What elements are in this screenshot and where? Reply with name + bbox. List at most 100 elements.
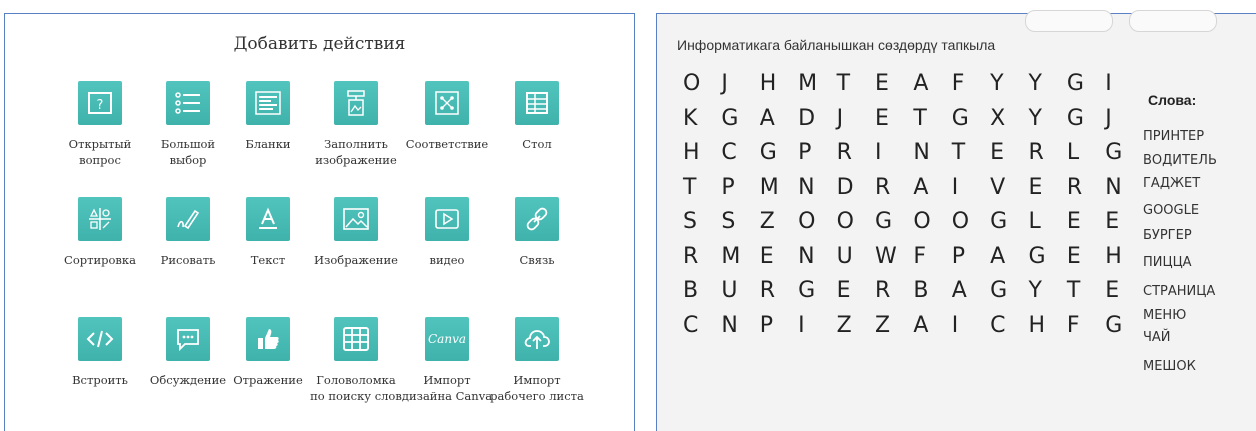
grid-letter[interactable]: O [837,205,875,240]
grid-letter[interactable]: R [1029,136,1067,171]
grid-letter[interactable]: C [721,136,759,171]
grid-letter[interactable]: H [683,136,721,171]
grid-letter[interactable]: S [721,205,759,240]
grid-letter[interactable]: Z [875,309,913,344]
grid-letter[interactable]: R [837,136,875,171]
grid-letter[interactable]: R [760,274,798,309]
grid-letter[interactable]: U [837,240,875,275]
grid-letter[interactable]: X [990,102,1028,137]
top-button-partial[interactable] [1025,10,1113,32]
grid-letter[interactable]: J [1105,102,1143,137]
grid-letter[interactable]: A [913,309,951,344]
grid-letter[interactable]: I [952,309,990,344]
grid-letter[interactable]: L [1067,136,1105,171]
grid-letter[interactable]: R [1067,171,1105,206]
grid-letter[interactable]: G [721,102,759,137]
grid-letter[interactable]: E [1105,205,1143,240]
grid-letter[interactable]: I [798,309,836,344]
grid-letter[interactable]: B [913,274,951,309]
grid-letter[interactable]: G [875,205,913,240]
grid-letter[interactable]: R [875,274,913,309]
grid-letter[interactable]: G [1067,67,1105,102]
grid-letter[interactable]: E [875,102,913,137]
grid-letter[interactable]: J [837,102,875,137]
grid-letter[interactable]: Y [1029,274,1067,309]
grid-letter[interactable]: G [990,274,1028,309]
grid-letter[interactable]: A [990,240,1028,275]
grid-letter[interactable]: E [760,240,798,275]
grid-letter[interactable]: P [952,240,990,275]
grid-letter[interactable]: J [721,67,759,102]
grid-letter[interactable]: H [1105,240,1143,275]
grid-letter[interactable]: E [837,274,875,309]
grid-letter[interactable]: E [1105,274,1143,309]
grid-letter[interactable]: M [798,67,836,102]
grid-letter[interactable]: P [721,171,759,206]
grid-letter[interactable]: G [1029,240,1067,275]
grid-letter[interactable]: N [798,240,836,275]
grid-letter[interactable]: Y [990,67,1028,102]
grid-letter[interactable]: M [721,240,759,275]
grid-letter[interactable]: A [913,67,951,102]
grid-letter[interactable]: O [952,205,990,240]
grid-letter[interactable]: G [990,205,1028,240]
grid-letter[interactable]: O [913,205,951,240]
grid-letter[interactable]: I [875,136,913,171]
grid-letter[interactable]: R [875,171,913,206]
grid-letter[interactable]: U [721,274,759,309]
grid-letter[interactable]: E [1067,240,1105,275]
grid-letter[interactable]: B [683,274,721,309]
grid-letter[interactable]: D [837,171,875,206]
grid-letter[interactable]: I [1105,67,1143,102]
grid-letter[interactable]: E [1067,205,1105,240]
grid-letter[interactable]: O [798,205,836,240]
grid-letter[interactable]: I [952,171,990,206]
grid-letter[interactable]: T [837,67,875,102]
grid-letter[interactable]: N [1105,171,1143,206]
grid-letter[interactable]: N [721,309,759,344]
grid-letter[interactable]: E [875,67,913,102]
top-button-partial[interactable] [1129,10,1217,32]
grid-letter[interactable]: G [1067,102,1105,137]
grid-letter[interactable]: Z [760,205,798,240]
grid-letter[interactable]: E [990,136,1028,171]
grid-letter[interactable]: P [798,136,836,171]
grid-letter[interactable]: K [683,102,721,137]
grid-letter[interactable]: T [952,136,990,171]
grid-letter[interactable]: G [798,274,836,309]
grid-letter[interactable]: H [760,67,798,102]
grid-letter[interactable]: W [875,240,913,275]
grid-letter[interactable]: N [798,171,836,206]
grid-letter[interactable]: T [1067,274,1105,309]
grid-letter[interactable]: S [683,205,721,240]
grid-letter[interactable]: G [952,102,990,137]
grid-letter[interactable]: G [760,136,798,171]
grid-letter[interactable]: Y [1029,102,1067,137]
grid-letter[interactable]: G [1105,309,1143,344]
grid-letter[interactable]: T [683,171,721,206]
grid-letter[interactable]: F [952,67,990,102]
grid-letter[interactable]: A [952,274,990,309]
grid-letter[interactable]: F [913,240,951,275]
grid-letter[interactable]: O [683,67,721,102]
grid-letter[interactable]: V [990,171,1028,206]
grid-letter[interactable]: A [913,171,951,206]
grid-letter[interactable]: T [913,102,951,137]
grid-letter[interactable]: Z [837,309,875,344]
grid-letter[interactable]: H [1029,309,1067,344]
grid-letter[interactable]: F [1067,309,1105,344]
tile-table[interactable]: Стол [480,81,600,181]
grid-letter[interactable]: D [798,102,836,137]
tile-worksheet-import[interactable]: Импорт рабочего листа [480,317,600,417]
grid-letter[interactable]: L [1029,205,1067,240]
grid-letter[interactable]: M [760,171,798,206]
grid-letter[interactable]: C [683,309,721,344]
grid-letter[interactable]: C [990,309,1028,344]
grid-letter[interactable]: Y [1029,67,1067,102]
grid-letter[interactable]: E [1029,171,1067,206]
grid-letter[interactable]: N [913,136,951,171]
grid-letter[interactable]: G [1105,136,1143,171]
grid-letter[interactable]: P [760,309,798,344]
grid-letter[interactable]: A [760,102,798,137]
tile-link[interactable]: Связь [480,197,600,297]
